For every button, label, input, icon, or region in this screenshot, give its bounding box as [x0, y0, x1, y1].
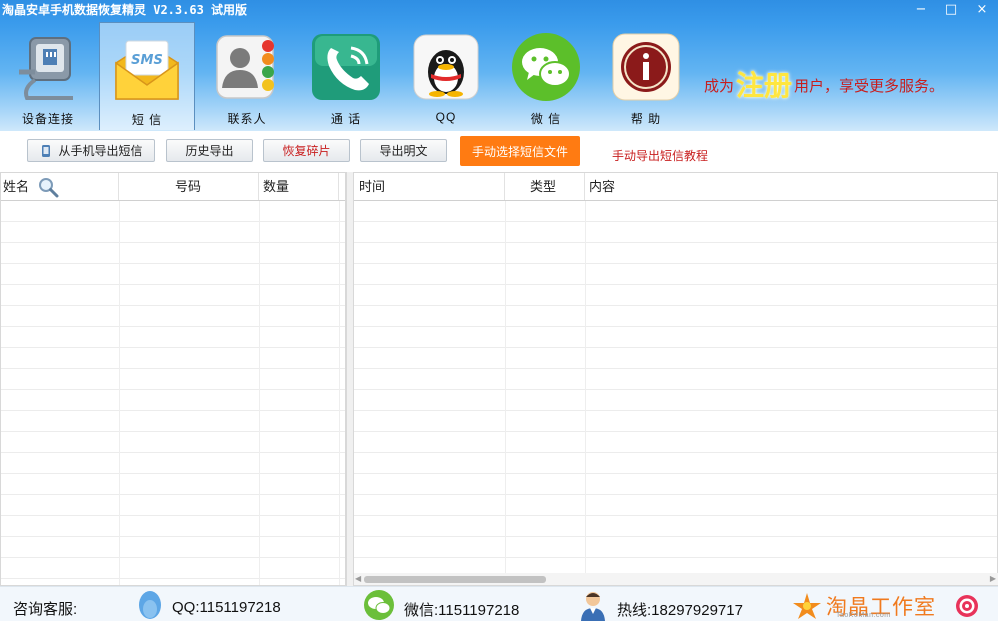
brand-star-logo-icon	[793, 593, 821, 619]
info-icon	[612, 33, 680, 101]
column-divider	[339, 201, 340, 585]
nav-device-connect[interactable]: 设备连接	[0, 22, 96, 130]
column-name[interactable]: 姓名	[1, 173, 119, 200]
close-button[interactable]: ×	[966, 0, 998, 18]
nav-label-help: 帮 助	[630, 112, 662, 126]
search-icon[interactable]	[37, 176, 59, 198]
minimize-button[interactable]: −	[906, 0, 936, 18]
column-divider	[585, 201, 586, 585]
scroll-right-icon[interactable]: ▶	[990, 574, 996, 583]
column-divider	[119, 201, 120, 585]
consult-label: 咨询客服:	[13, 601, 78, 618]
left-table-header: 姓名 号码 数量	[1, 173, 345, 201]
qq-contact[interactable]: QQ:1151197218	[172, 599, 281, 616]
nav-label-calls: 通 话	[330, 112, 362, 126]
nav-label-device: 设备连接	[21, 112, 74, 126]
promo-suffix: 用户，享受更多服务。	[794, 78, 945, 95]
recover-fragments-label: 恢复碎片	[282, 144, 331, 158]
column-number[interactable]: 号码	[119, 173, 259, 200]
manual-select-file-button[interactable]: 手动选择短信文件	[460, 136, 580, 166]
promo-highlight: 注册	[736, 70, 793, 101]
manual-select-file-label: 手动选择短信文件	[471, 144, 568, 159]
nav-wechat[interactable]: 微 信	[498, 22, 594, 130]
phone-call-icon	[312, 34, 380, 100]
column-type[interactable]: 类型	[505, 173, 585, 200]
qq-penguin-icon	[413, 34, 479, 100]
nav-label-qq: QQ	[435, 110, 457, 124]
phone-export-icon	[42, 144, 51, 157]
column-time[interactable]: 时间	[354, 173, 505, 200]
export-plaintext-label: 导出明文	[379, 144, 428, 158]
qq-icon	[139, 591, 161, 619]
right-table-body	[354, 201, 997, 585]
history-export-button[interactable]: 历史导出	[166, 139, 253, 162]
scrollbar-thumb[interactable]	[364, 576, 546, 583]
horizontal-scrollbar[interactable]: ◀ ▶	[354, 573, 998, 585]
column-content[interactable]: 内容	[585, 173, 997, 200]
window-controls: − □ ×	[906, 0, 998, 18]
promo-prefix: 成为	[704, 78, 735, 95]
export-from-phone-button[interactable]: 从手机导出短信	[27, 139, 155, 162]
nav-label-sms: 短 信	[131, 113, 163, 127]
column-count[interactable]: 数量	[259, 173, 339, 200]
hotline-agent-icon	[581, 592, 605, 621]
app-header: 淘晶安卓手机数据恢复精灵 V2.3.63 试用版 − □ × 设备连接 SMS	[0, 0, 998, 131]
wechat-small-icon	[364, 590, 394, 620]
contacts-list-panel: 姓名 号码 数量	[0, 172, 346, 586]
messages-list-panel: 时间 类型 内容	[353, 172, 998, 586]
hotline-contact[interactable]: 热线:18297929717	[617, 599, 743, 620]
panel-splitter[interactable]	[346, 172, 353, 586]
left-table-body	[1, 201, 345, 585]
maximize-button[interactable]: □	[936, 0, 966, 18]
status-footer: 咨询客服: QQ:1151197218 微信:1151197218 热线:182…	[0, 586, 998, 621]
right-table-header: 时间 类型 内容	[354, 173, 997, 201]
wechat-contact[interactable]: 微信:1151197218	[404, 599, 519, 620]
recover-fragments-button[interactable]: 恢复碎片	[263, 139, 350, 162]
column-divider	[505, 201, 506, 585]
usb-phone-icon	[19, 37, 73, 100]
nav-help[interactable]: 帮 助	[598, 22, 694, 130]
nav-qq[interactable]: QQ	[398, 22, 494, 130]
window-title: 淘晶安卓手机数据恢复精灵 V2.3.63 试用版	[2, 3, 248, 17]
export-plaintext-button[interactable]: 导出明文	[360, 139, 447, 162]
export-from-phone-label: 从手机导出短信	[58, 144, 143, 158]
scroll-left-icon[interactable]: ◀	[355, 574, 361, 583]
svg-text:SMS: SMS	[131, 53, 163, 68]
contacts-book-icon	[216, 35, 274, 99]
wechat-icon	[512, 33, 580, 101]
nav-sms[interactable]: SMS 短 信	[99, 22, 195, 130]
register-promo[interactable]: 成为注册 用户，享受更多服务。	[704, 64, 944, 104]
toolbar: 从手机导出短信 历史导出 恢复碎片 导出明文 手动选择短信文件	[0, 131, 998, 172]
nav-label-wechat: 微 信	[530, 112, 562, 126]
nav-contacts[interactable]: 联系人	[199, 22, 295, 130]
nav-calls[interactable]: 通 话	[298, 22, 394, 130]
brand-url: TaoKeMan.com	[836, 612, 891, 619]
nav-label-contacts: 联系人	[227, 112, 267, 126]
column-divider	[259, 201, 260, 585]
manual-tutorial-link[interactable]: 手动导出短信教程	[612, 147, 708, 164]
sms-envelope-icon: SMS	[115, 40, 179, 100]
history-export-label: 历史导出	[185, 144, 234, 158]
target-icon[interactable]	[955, 594, 979, 618]
